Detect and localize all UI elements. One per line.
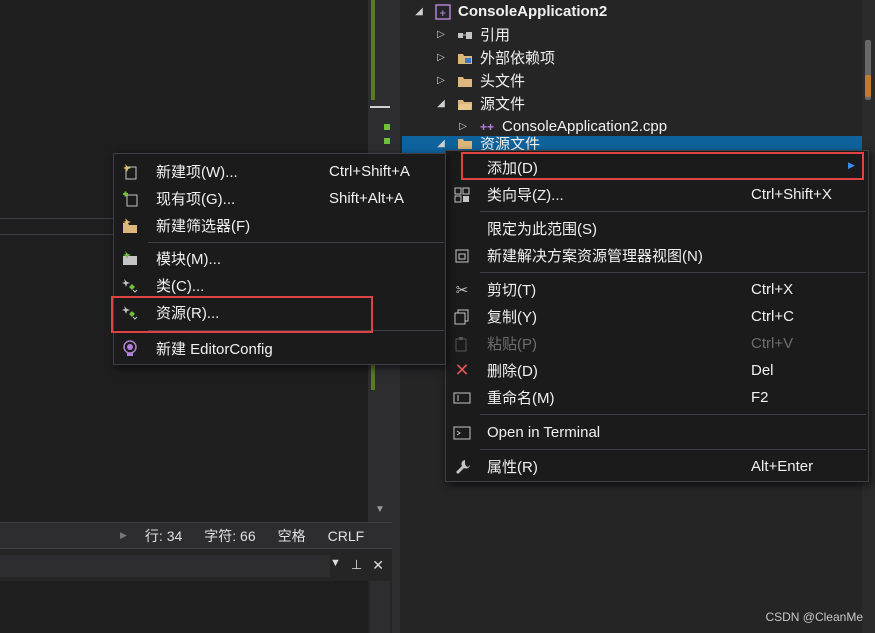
context-menu: 添加(D) ▶ 类向导(Z)... Ctrl+Shift+X 限定为此范围(S)… xyxy=(445,150,869,482)
terminal-icon xyxy=(452,423,472,443)
dropdown-icon[interactable]: ▼ xyxy=(330,557,341,574)
submenu-item-editorconfig[interactable]: 新建 EditorConfig xyxy=(114,335,445,362)
collapse-icon[interactable]: ◢ xyxy=(434,138,448,149)
menu-separator xyxy=(148,242,444,243)
cpp-file-icon: ++ xyxy=(479,119,494,134)
tree-item-sources[interactable]: ◢ 源文件 xyxy=(434,92,525,115)
menu-item-copy[interactable]: 复制(Y) Ctrl+C xyxy=(446,303,868,330)
svg-text:+: + xyxy=(439,9,447,19)
change-indicator xyxy=(371,0,375,100)
scissors-icon: ✂ xyxy=(455,281,469,299)
editor-divider xyxy=(0,234,115,235)
add-submenu: 新建项(W)... Ctrl+Shift+A 现有项(G)... Shift+A… xyxy=(113,153,446,365)
close-icon[interactable]: ✕ xyxy=(372,557,384,574)
expand-icon[interactable]: ▷ xyxy=(434,75,448,86)
references-icon xyxy=(456,27,474,43)
new-view-icon xyxy=(452,246,472,266)
scroll-down-arrow-icon[interactable]: ▼ xyxy=(375,504,385,515)
wrench-icon xyxy=(452,457,472,477)
ide-window: ▼ ▶ 行: 34 字符: 66 空格 CRLF ▼ ⊥ ✕ ◢ + Conso… xyxy=(0,0,875,633)
annotation-highlight xyxy=(111,296,373,333)
tree-project[interactable]: ◢ + ConsoleApplication2 xyxy=(412,0,607,23)
panel-scrollbar[interactable] xyxy=(370,581,390,633)
menu-item-delete[interactable]: ✕ 删除(D) Del xyxy=(446,357,868,384)
delete-icon: ✕ xyxy=(454,360,470,380)
paste-icon xyxy=(452,334,472,354)
new-filter-icon xyxy=(120,216,140,236)
submenu-item-new-item[interactable]: 新建项(W)... Ctrl+Shift+A xyxy=(114,158,445,185)
menu-item-paste[interactable]: 粘贴(P) Ctrl+V xyxy=(446,330,868,357)
change-marker xyxy=(384,124,390,130)
copy-icon xyxy=(452,307,472,327)
panel-content xyxy=(0,581,368,633)
expand-icon[interactable]: ▷ xyxy=(434,52,448,63)
panel-toolbar xyxy=(0,555,330,577)
submenu-item-module[interactable]: 模块(M)... xyxy=(114,245,445,272)
horizontal-scrollbar[interactable] xyxy=(0,523,120,548)
new-item-icon xyxy=(120,162,140,182)
cpp-project-icon: + xyxy=(434,3,452,20)
submenu-item-new-filter[interactable]: 新建筛选器(F) xyxy=(114,212,445,239)
output-panel: ▼ ⊥ ✕ xyxy=(0,548,392,633)
class-wizard-icon xyxy=(452,185,472,205)
status-eol[interactable]: CRLF xyxy=(328,528,365,544)
tree-item-headers[interactable]: ▷ 头文件 xyxy=(434,69,525,92)
menu-item-new-view[interactable]: 新建解决方案资源管理器视图(N) xyxy=(446,242,868,269)
menu-separator xyxy=(480,449,866,450)
menu-item-scope[interactable]: 限定为此范围(S) xyxy=(446,215,868,242)
menu-item-properties[interactable]: 属性(R) Alt+Enter xyxy=(446,453,868,480)
status-line[interactable]: 行: 34 xyxy=(145,526,182,546)
scroll-position-marker xyxy=(370,106,390,108)
menu-separator xyxy=(480,211,866,212)
scroll-right-icon[interactable]: ▶ xyxy=(120,530,127,541)
expand-icon[interactable]: ▷ xyxy=(456,121,470,132)
lightbulb-icon xyxy=(120,339,140,359)
existing-item-icon xyxy=(120,189,140,209)
menu-item-rename[interactable]: 重命名(M) F2 xyxy=(446,384,868,411)
open-folder-icon xyxy=(456,96,474,112)
submenu-item-existing-item[interactable]: 现有项(G)... Shift+Alt+A xyxy=(114,185,445,212)
change-marker xyxy=(384,138,390,144)
expand-icon[interactable]: ▷ xyxy=(434,29,448,40)
submenu-item-class[interactable]: 类(C)... xyxy=(114,272,445,299)
tree-item-external-deps[interactable]: ▷ 外部依赖项 xyxy=(434,46,555,69)
status-char[interactable]: 字符: 66 xyxy=(204,526,255,546)
collapse-icon[interactable]: ◢ xyxy=(434,98,448,109)
editor-status-bar: ▶ 行: 34 字符: 66 空格 CRLF xyxy=(0,522,392,548)
menu-separator xyxy=(480,272,866,273)
menu-item-class-wizard[interactable]: 类向导(Z)... Ctrl+Shift+X xyxy=(446,181,868,208)
status-spaces[interactable]: 空格 xyxy=(278,526,306,546)
class-icon xyxy=(120,276,140,296)
tree-item-references[interactable]: ▷ 引用 xyxy=(434,23,510,46)
editor-divider xyxy=(0,218,115,219)
collapse-icon[interactable]: ◢ xyxy=(412,6,426,17)
filter-folder-icon xyxy=(456,73,474,89)
pin-icon[interactable]: ⊥ xyxy=(351,557,362,574)
folder-icon xyxy=(456,135,474,151)
folder-icon xyxy=(456,50,474,66)
annotation-highlight xyxy=(461,152,864,180)
menu-separator xyxy=(480,414,866,415)
watermark: CSDN @CleanMe xyxy=(765,610,863,624)
menu-item-cut[interactable]: ✂ 剪切(T) Ctrl+X xyxy=(446,276,868,303)
rename-icon xyxy=(452,388,472,408)
scroll-marker xyxy=(865,75,871,97)
menu-item-open-terminal[interactable]: Open in Terminal xyxy=(446,419,868,446)
module-icon xyxy=(120,249,140,269)
